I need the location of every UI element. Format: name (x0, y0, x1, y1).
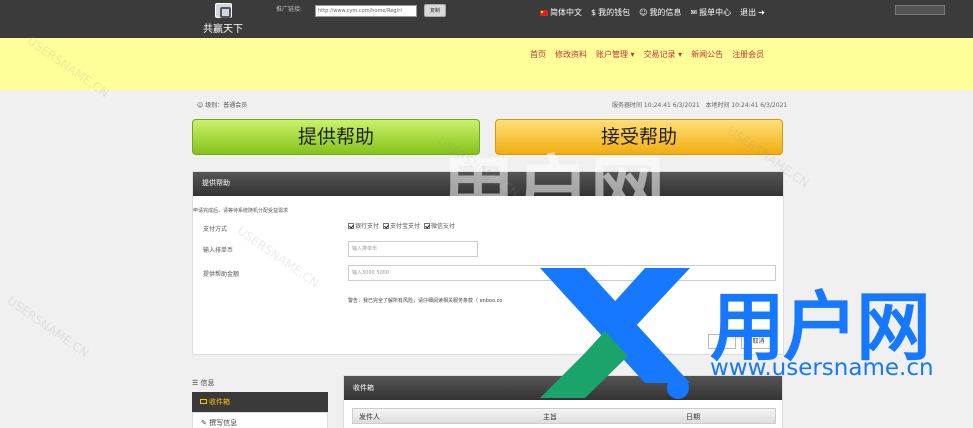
promo-link-label: 推广链接: (276, 6, 303, 13)
pay-alipay-option[interactable]: 支付宝支付 (383, 221, 420, 230)
member-level-text: 级别：普通会员 (205, 102, 248, 109)
sidebar-inbox-label: 收件箱 (209, 398, 230, 406)
top-bar: 共赢天下 推广链接: http://www.cym.com/home/Reg/r… (0, 0, 973, 38)
watermark-ghost: 用户网 (440, 147, 666, 235)
server-time: 服务器时间 10:24:41 6/3/2021 (612, 102, 700, 109)
brand-x-icon (540, 268, 690, 399)
payment-options: 银行支付 支付宝支付 微信支付 (348, 221, 455, 230)
nav-transactions[interactable]: 交易记录 ▾ (644, 49, 683, 60)
copy-button[interactable]: 复制 (424, 4, 446, 17)
main-nav: 首页 修改资料 账户管理 ▾ 交易记录 ▾ 新闻公告 注册会员 (530, 49, 764, 60)
local-time: 本地时间 10:24:41 6/3/2021 (705, 102, 788, 109)
member-level: ☺ 级别：普通会员 (197, 100, 247, 109)
profile-menu[interactable]: ☺ 我的信息 (639, 7, 681, 18)
pay-bank-label: 银行支付 (355, 223, 380, 230)
nav-register[interactable]: 注册会员 (732, 49, 764, 60)
brand-url: www.usersname.cn (710, 355, 934, 381)
dollar-icon: $ (591, 8, 597, 17)
nav-edit-profile[interactable]: 修改资料 (555, 49, 587, 60)
inbox-table-header: 发件人 主旨 日期 (352, 408, 776, 424)
logout-label: 退出 (740, 8, 757, 17)
coin-input[interactable]: 输入排单币 (348, 241, 478, 257)
coin-label: 输入排单币 (203, 247, 234, 254)
checkbox-checked-icon (383, 223, 390, 229)
order-center-label: 报单中心 (699, 8, 732, 17)
brand-watermark: 用户网 www.usersname.cn (530, 258, 970, 408)
settings-box[interactable] (895, 5, 945, 15)
language-label: 简体中文 (550, 8, 582, 17)
caret-down-icon: ▾ (678, 50, 683, 59)
nav-home[interactable]: 首页 (530, 49, 546, 60)
checkbox-checked-icon (424, 223, 431, 229)
order-center-menu[interactable]: ✉ 报单中心 (690, 7, 731, 18)
provide-help-button[interactable]: 提供帮助 (192, 119, 480, 155)
column-date[interactable]: 日期 (686, 412, 700, 422)
column-sender[interactable]: 发件人 (359, 412, 380, 422)
profile-label: 我的信息 (649, 8, 682, 17)
nav-band: 首页 修改资料 账户管理 ▾ 交易记录 ▾ 新闻公告 注册会员 (0, 38, 973, 90)
wallet-menu[interactable]: $ 我的钱包 (591, 7, 630, 18)
nav-transactions-label: 交易记录 (643, 50, 676, 59)
sidebar-compose-label: 撰写信息 (209, 419, 238, 427)
wallet-label: 我的钱包 (598, 8, 631, 17)
column-subject[interactable]: 主旨 (543, 412, 557, 422)
pencil-icon: ✎ (201, 419, 207, 427)
sidebar-title-text: 信息 (200, 379, 215, 387)
risk-warning: 警告：我已完全了解所有风险，请仔细阅读相关服务条款（ enboo.co (348, 298, 503, 304)
pay-alipay-label: 支付宝支付 (390, 223, 421, 230)
logo-text: 共赢天下 (203, 24, 243, 35)
promo-link-field[interactable]: http://www.cym.com/home/Reg/ri (315, 5, 417, 17)
user-icon: ☺ (639, 8, 648, 17)
logo-icon (214, 3, 232, 18)
top-menu: 简体中文 $ 我的钱包 ☺ 我的信息 ✉ 报单中心 退出 ➜ (540, 7, 765, 18)
sidebar-item-compose[interactable]: ✎ 撰写信息 (192, 412, 328, 428)
language-menu[interactable]: 简体中文 (540, 7, 582, 18)
sidebar-title: ☰ 信息 (192, 378, 215, 388)
arrow-right-icon: ➜ (758, 8, 765, 17)
logout-menu[interactable]: 退出 ➜ (740, 7, 765, 18)
inbox-icon (200, 399, 207, 404)
sidebar-item-inbox[interactable]: 收件箱 (192, 392, 328, 412)
envelope-icon: ✉ (690, 8, 698, 17)
nav-news[interactable]: 新闻公告 (691, 49, 723, 60)
list-icon: ☰ (192, 379, 199, 387)
caret-down-icon: ▾ (630, 50, 635, 59)
nav-account[interactable]: 账户管理 ▾ (596, 49, 635, 60)
user-icon: ☺ (197, 102, 204, 109)
pay-bank-option[interactable]: 银行支付 (348, 221, 379, 230)
form-notice: 申请完成后，请等待系统随机分配受益需求 (193, 208, 289, 214)
payment-label: 支付方式 (203, 226, 228, 233)
site-logo[interactable]: 共赢天下 (200, 3, 246, 35)
watermark-text: USERSNAME.CN (4, 293, 92, 361)
checkbox-checked-icon (348, 223, 354, 229)
amount-label: 提供帮助金额 (203, 271, 240, 278)
time-display: 服务器时间 10:24:41 6/3/2021 本地时间 10:24:41 6/… (612, 100, 787, 109)
flag-icon (540, 9, 548, 16)
nav-account-label: 账户管理 (596, 50, 628, 59)
